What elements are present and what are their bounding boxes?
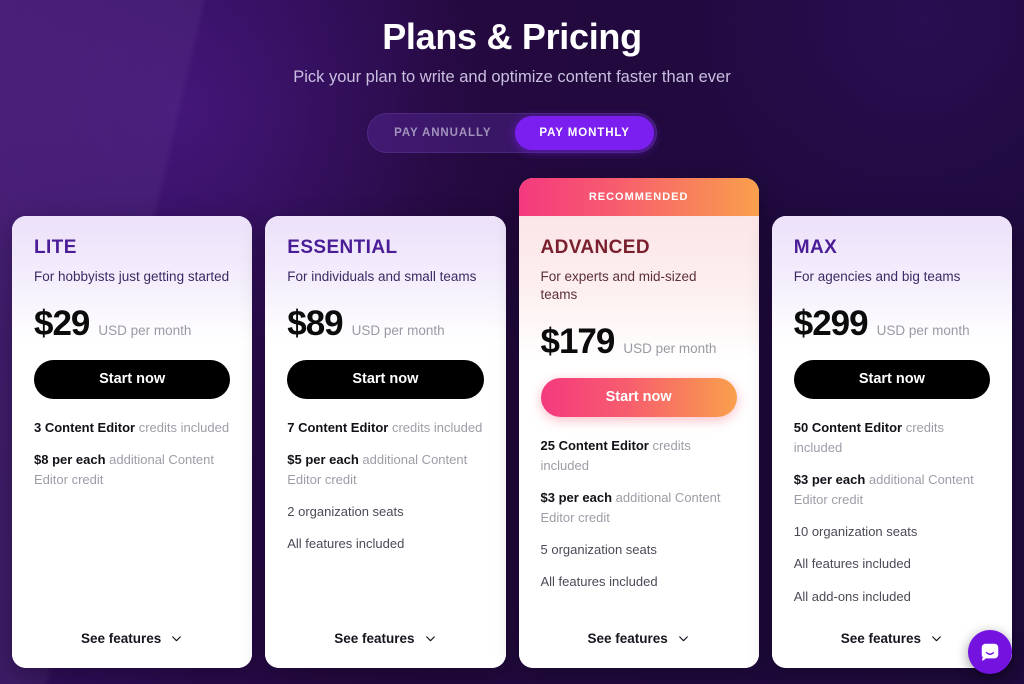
plan-price: $89 <box>287 303 343 343</box>
feature-item: 2 organization seats <box>287 504 404 520</box>
page-subtitle: Pick your plan to write and optimize con… <box>293 67 731 86</box>
price-row: $299 USD per month <box>794 306 990 341</box>
chat-launcher-button[interactable] <box>968 630 1012 674</box>
see-features-toggle[interactable]: See features <box>287 613 483 668</box>
feature-list: 3 Content Editor credits included $8 per … <box>34 418 230 490</box>
feature-item: $5 per each additional Content Editor cr… <box>287 450 483 490</box>
plan-tagline: For hobbyists just getting started <box>34 268 230 284</box>
card-body: Start now 3 Content Editor credits includ… <box>12 340 253 668</box>
feature-item: $3 per each additional Content Editor cr… <box>794 470 990 510</box>
see-features-label: See features <box>80 631 162 646</box>
feature-item: All features included <box>540 574 658 590</box>
chevron-down-icon <box>172 636 182 642</box>
chevron-down-icon <box>932 636 941 642</box>
price-row: $179 USD per month <box>541 324 737 359</box>
start-now-button[interactable]: Start now <box>793 359 990 399</box>
pricing-card-advanced: RECOMMENDED ADVANCED For experts and mid-s… <box>518 178 759 668</box>
plan-name: MAX <box>793 237 838 258</box>
plan-tagline: For individuals and small teams <box>287 268 477 284</box>
see-features-label: See features <box>587 631 668 646</box>
billing-toggle[interactable]: PAY ANNUALLY PAY MONTHLY <box>367 112 657 153</box>
plan-price-unit: USD per month <box>876 322 970 338</box>
page-header: Plans & Pricing Pick your plan to write … <box>0 0 1024 87</box>
chevron-down-icon <box>425 636 435 642</box>
plan-tagline: For experts and mid-sized teams <box>540 268 697 302</box>
feature-item: All add-ons included <box>793 588 911 604</box>
toggle-option-annually[interactable]: PAY ANNUALLY <box>370 116 515 150</box>
plan-name: LITE <box>34 237 77 258</box>
toggle-option-monthly[interactable]: PAY MONTHLY <box>515 115 654 150</box>
card-body: Start now 7 Content Editor credits includ… <box>265 340 506 668</box>
feature-rest: credits included <box>388 419 483 435</box>
plan-price: $299 <box>793 303 869 343</box>
plan-price: $179 <box>540 321 616 361</box>
plan-price: $29 <box>34 303 90 343</box>
see-features-label: See features <box>840 631 922 646</box>
see-features-label: See features <box>334 631 415 646</box>
pricing-card-lite: LITE For hobbyists just getting started $2… <box>12 216 253 668</box>
pricing-page: Plans & Pricing Pick your plan to write … <box>0 0 1024 684</box>
feature-highlight: $3 per each <box>793 471 866 487</box>
pricing-card-max: MAX For agencies and big teams $299 USD per… <box>771 216 1012 668</box>
feature-rest: credits included <box>135 419 230 435</box>
feature-item: 5 organization seats <box>540 542 657 558</box>
feature-item: 25 Content Editor credits included <box>541 436 737 476</box>
see-features-toggle[interactable]: See features <box>34 613 230 668</box>
billing-toggle-wrapper: PAY ANNUALLY PAY MONTHLY <box>0 112 1024 153</box>
start-now-button[interactable]: Start now <box>287 359 484 399</box>
see-features-toggle[interactable]: See features <box>794 613 990 668</box>
feature-highlight: 3 Content Editor <box>34 419 136 435</box>
feature-highlight: $3 per each <box>540 489 613 505</box>
feature-item: 3 Content Editor credits included <box>34 418 230 438</box>
feature-item: 50 Content Editor credits included <box>794 418 990 458</box>
see-features-toggle[interactable]: See features <box>541 613 737 668</box>
feature-item: $3 per each additional Content Editor cr… <box>541 488 737 528</box>
price-row: $89 USD per month <box>287 306 483 341</box>
feature-item: $8 per each additional Content Editor cr… <box>34 450 230 490</box>
feature-item: All features included <box>793 556 911 572</box>
start-now-button[interactable]: Start now <box>540 377 737 417</box>
feature-list: 25 Content Editor credits included $3 per… <box>541 436 737 593</box>
card-body: Start now 50 Content Editor credits inclu… <box>771 340 1012 668</box>
recommended-ribbon: RECOMMENDED <box>518 178 759 216</box>
plan-tagline: For agencies and big teams <box>793 268 961 284</box>
card-header: MAX For agencies and big teams $299 USD per… <box>771 216 1012 341</box>
card-body: Start now 25 Content Editor credits inclu… <box>518 358 759 668</box>
feature-highlight: $5 per each <box>287 451 359 467</box>
plan-price-unit: USD per month <box>623 340 717 356</box>
plan-price-unit: USD per month <box>98 322 192 338</box>
feature-list: 50 Content Editor credits included $3 per… <box>794 418 990 607</box>
feature-highlight: $8 per each <box>34 451 106 467</box>
start-now-button[interactable]: Start now <box>34 359 231 399</box>
chat-bubble-smile-icon <box>981 643 999 662</box>
feature-highlight: 50 Content Editor <box>793 419 903 435</box>
card-header: ADVANCED For experts and mid-sized teams $… <box>518 216 759 359</box>
plan-price-unit: USD per month <box>351 322 445 338</box>
feature-item: All features included <box>287 536 405 552</box>
pricing-cards: LITE For hobbyists just getting started $2… <box>12 178 1012 668</box>
feature-highlight: 25 Content Editor <box>540 437 649 453</box>
card-header: LITE For hobbyists just getting started $2… <box>12 216 253 341</box>
feature-item: 10 organization seats <box>793 524 918 540</box>
feature-highlight: 7 Content Editor <box>287 419 389 435</box>
plan-name: ADVANCED <box>540 237 650 258</box>
feature-item: 7 Content Editor credits included <box>287 418 483 438</box>
price-row: $29 USD per month <box>34 306 230 341</box>
feature-list: 7 Content Editor credits included $5 per … <box>287 418 483 555</box>
page-title: Plans & Pricing <box>382 16 642 57</box>
plan-name: ESSENTIAL <box>287 237 398 258</box>
pricing-card-essential: ESSENTIAL For individuals and small teams… <box>265 216 506 668</box>
card-header: ESSENTIAL For individuals and small teams… <box>265 216 506 341</box>
chevron-down-icon <box>678 636 688 642</box>
